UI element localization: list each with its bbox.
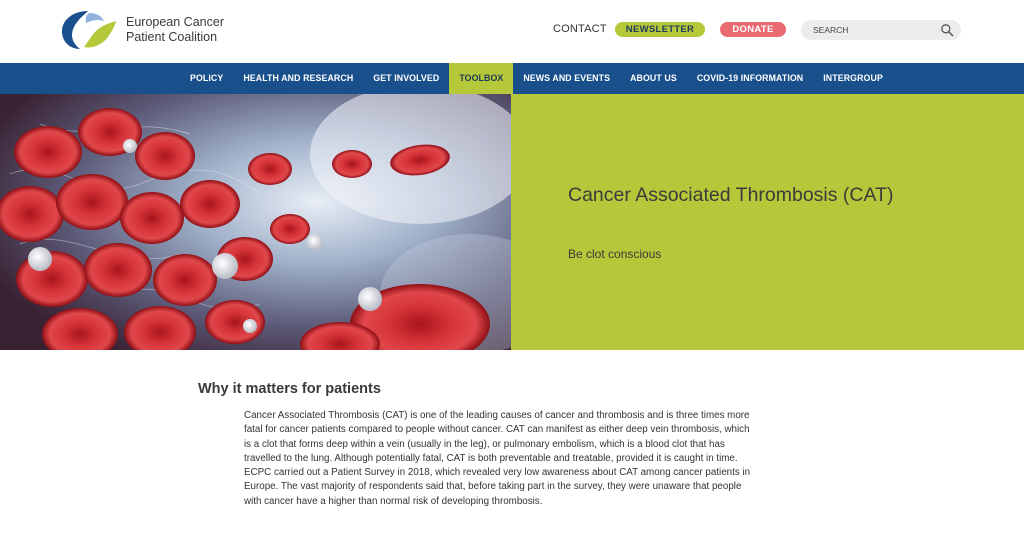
hero-panel (511, 94, 1024, 350)
body-line: with cancer have a higher than normal ri… (244, 495, 543, 507)
site-header: European Cancer Patient Coalition CONTAC… (0, 0, 1024, 63)
hero-subtitle: Be clot conscious (568, 247, 662, 261)
nav-item-policy[interactable]: POLICY (180, 63, 233, 94)
section-heading: Why it matters for patients (198, 381, 381, 397)
body-line: fatal for cancer patients compared to pe… (244, 424, 750, 436)
donate-button[interactable]: DONATE (720, 22, 786, 37)
body-line: travelled to the lung. Although potentia… (244, 452, 738, 464)
org-name-line1: European Cancer (126, 15, 224, 29)
blood-cells-illustration (0, 94, 511, 350)
nav-item-covid-19-information[interactable]: COVID-19 INFORMATION (687, 63, 813, 94)
main-nav: POLICY HEALTH AND RESEARCH GET INVOLVED … (0, 63, 1024, 94)
search-input[interactable] (813, 23, 931, 37)
body-line: Europe. The vast majority of respondents… (244, 481, 742, 493)
org-name-line2: Patient Coalition (126, 30, 218, 44)
org-name[interactable]: European Cancer Patient Coalition (126, 15, 224, 45)
hero-image (0, 94, 511, 350)
nav-item-toolbox[interactable]: TOOLBOX (449, 63, 514, 94)
search-box (801, 20, 961, 40)
contact-link[interactable]: CONTACT (553, 23, 607, 35)
body-line: is a clot that forms deep within a vein … (244, 438, 725, 450)
hero-title: Cancer Associated Thrombosis (CAT) (568, 184, 894, 206)
ecpc-logo-icon[interactable] (58, 9, 120, 51)
body-line: Cancer Associated Thrombosis (CAT) is on… (244, 410, 750, 421)
nav-item-news-and-events[interactable]: NEWS AND EVENTS (513, 63, 620, 94)
nav-item-get-involved[interactable]: GET INVOLVED (363, 63, 449, 94)
newsletter-button[interactable]: NEWSLETTER (615, 22, 705, 37)
nav-item-about-us[interactable]: ABOUT US (620, 63, 687, 94)
search-icon[interactable] (940, 23, 954, 37)
nav-item-intergroup[interactable]: INTERGROUP (813, 63, 893, 94)
section-body: Cancer Associated Thrombosis (CAT) is on… (244, 409, 784, 509)
nav-item-health-and-research[interactable]: HEALTH AND RESEARCH (233, 63, 363, 94)
body-line: ECPC carried out a Patient Survey in 201… (244, 467, 751, 479)
nav-items: POLICY HEALTH AND RESEARCH GET INVOLVED … (180, 63, 893, 94)
